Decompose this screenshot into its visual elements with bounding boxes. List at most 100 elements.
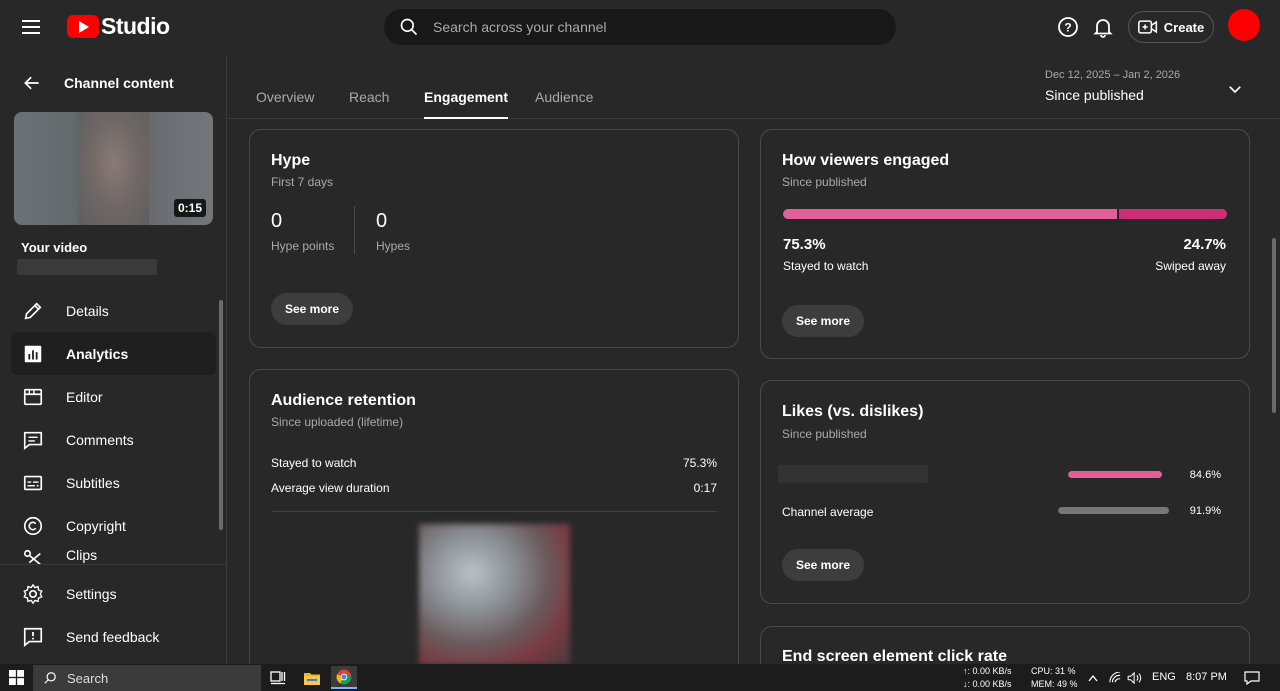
notifications-bell-icon[interactable] [1091,15,1115,39]
taskbar-search-label: Search [67,670,109,686]
file-explorer-icon[interactable] [299,666,325,689]
feedback-icon [21,625,45,649]
create-label: Create [1163,19,1205,35]
hypes-label: Hypes [376,239,411,253]
likes-subtitle: Since published [782,427,867,441]
task-view-icon[interactable] [265,666,291,689]
sidebar-item-settings[interactable]: Settings [11,572,216,615]
taskbar-search[interactable]: Search [33,665,261,691]
create-button[interactable]: Create [1128,11,1214,43]
swiped-percent: 24.7% [1183,236,1226,253]
video-thumbnail[interactable]: 0:15 [14,112,213,225]
sidebar-item-send-feedback[interactable]: Send feedback [11,615,216,658]
metric-divider [354,206,355,254]
your-video-label: Your video [21,240,88,255]
thumbnail-image [79,112,149,225]
sidebar-header: Channel content [0,55,227,111]
channel-average-bar [1058,507,1179,514]
search-icon [400,18,418,36]
main-scrollbar[interactable] [1272,238,1276,413]
sidebar-item-label: Analytics [66,345,129,362]
windows-taskbar: Search ↑: 0.00 KB/s ↓: 0.00 KB/s CPU: 31… [0,664,1280,691]
tab-overview[interactable]: Overview [256,89,314,119]
retention-title: Audience retention [271,392,416,409]
sidebar-item-editor[interactable]: Editor [11,375,216,418]
search-icon [44,672,56,684]
memory-usage: MEM: 49 % [1031,679,1078,689]
date-range-label: Since published [1045,87,1144,103]
channel-average-label: Channel average [782,505,874,519]
subtitles-icon [21,471,45,495]
language-indicator[interactable]: ENG [1152,671,1176,684]
sidebar-item-analytics[interactable]: Analytics [11,332,216,375]
search-input[interactable] [433,19,853,35]
wifi-icon[interactable] [1106,666,1124,689]
sidebar-item-label: Copyright [66,517,126,534]
stayed-percent: 75.3% [783,236,826,253]
likes-video-bar [1068,471,1179,478]
analytics-icon [21,342,45,366]
sidebar-item-label: Comments [66,431,134,448]
tab-audience[interactable]: Audience [535,89,593,119]
hype-points-label: Hype points [271,239,335,253]
channel-average-bar-fill [1058,507,1170,514]
editor-icon [21,385,45,409]
sidebar-item-subtitles[interactable]: Subtitles [11,461,216,504]
sidebar-scrollbar[interactable] [219,300,223,530]
engaged-subtitle: Since published [782,175,867,189]
sidebar-item-label: Send feedback [66,628,160,645]
sidebar-item-label: Clips [66,547,98,563]
tab-reach[interactable]: Reach [349,89,389,119]
likes-video-value: 84.6% [1189,469,1221,481]
tab-engagement[interactable]: Engagement [424,89,509,119]
engaged-see-more-button[interactable]: See more [782,305,865,337]
avd-label: Average view duration [271,481,390,495]
retention-video-preview [419,524,570,665]
chevron-down-icon[interactable] [1226,80,1244,98]
likes-title: Likes (vs. dislikes) [782,403,924,420]
back-arrow-icon[interactable] [22,73,42,93]
retention-stayed-label: Stayed to watch [271,456,357,470]
audience-retention-card: Audience retention Since uploaded (lifet… [249,369,739,679]
hypes-value: 0 [376,210,388,232]
chevron-up-icon[interactable] [1085,666,1101,689]
analytics-tabs: Overview Reach Engagement Audience Dec 1… [228,55,1280,119]
sidebar-item-label: Settings [66,585,117,602]
hamburger-menu-icon[interactable] [22,17,46,37]
channel-average-value: 91.9% [1189,505,1221,517]
pencil-icon [21,299,45,323]
cpu-usage: CPU: 31 % [1031,666,1076,676]
sidebar-item-copyright[interactable]: Copyright [11,504,216,547]
network-download-rate: ↓: 0.00 KB/s [963,679,1012,689]
sidebar-item-label: Details [66,302,109,319]
create-video-icon [1137,20,1157,34]
stayed-bar-segment [783,209,1118,219]
video-duration: 0:15 [173,199,206,217]
search-bar[interactable] [384,9,896,45]
volume-icon[interactable] [1126,666,1144,689]
windows-start-icon[interactable] [0,664,32,691]
copyright-icon [21,514,45,538]
retention-stayed-value: 75.3% [682,456,717,470]
sidebar-item-comments[interactable]: Comments [11,418,216,461]
sidebar-item-label: Editor [66,388,103,405]
video-title-redacted [17,259,157,275]
channel-content-title[interactable]: Channel content [64,75,174,91]
sidebar-item-details[interactable]: Details [11,289,216,332]
clock-time[interactable]: 8:07 PM [1186,671,1227,684]
logo-text: Studio [101,12,170,39]
chrome-icon[interactable] [331,666,357,689]
svg-text:?: ? [1064,21,1071,35]
notifications-center-icon[interactable] [1239,666,1265,689]
help-icon[interactable]: ? [1056,15,1080,39]
sidebar: Channel content 0:15 Your video Details … [0,55,227,664]
account-avatar[interactable] [1228,9,1260,41]
sidebar-nav: Details Analytics Editor Comments Subtit… [0,289,227,567]
sidebar-bottom-nav: Settings Send feedback [0,564,227,658]
date-range-selector[interactable]: Dec 12, 2025 – Jan 2, 2026 Since publish… [1045,69,1180,103]
youtube-studio-logo[interactable]: Studio [67,12,170,40]
hype-see-more-button[interactable]: See more [271,293,354,325]
likes-video-bar-fill [1068,471,1162,478]
retention-divider [271,511,717,512]
likes-see-more-button[interactable]: See more [782,549,865,581]
